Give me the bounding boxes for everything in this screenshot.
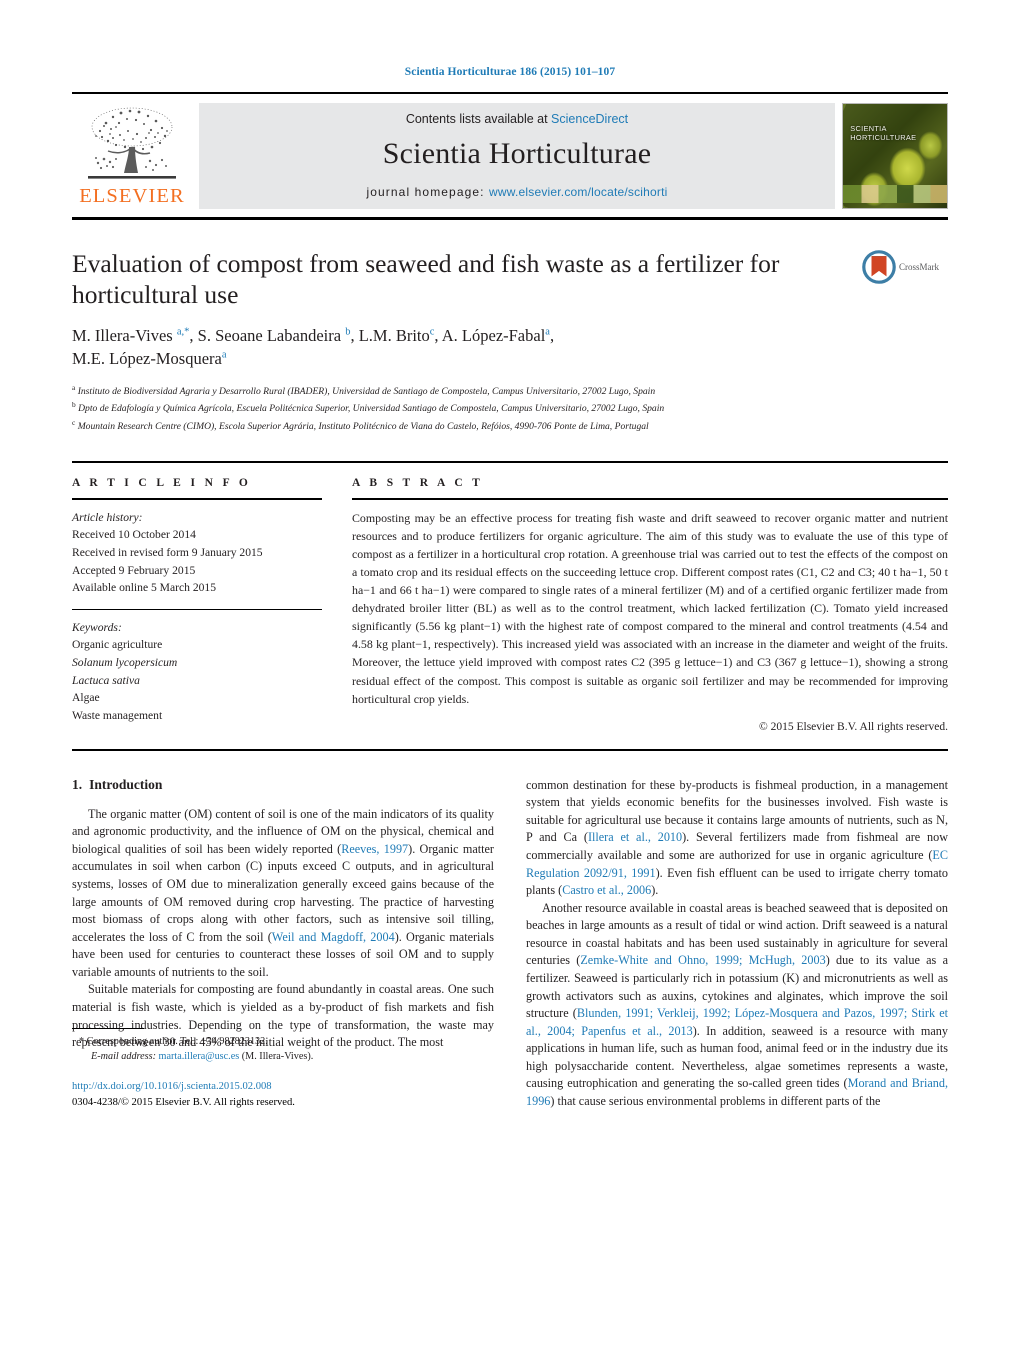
body-left-column: 1. Introduction The organic matter (OM) c… — [72, 777, 494, 1111]
page-title: Evaluation of compost from seaweed and f… — [72, 248, 780, 309]
crossmark-label: CrossMark — [899, 261, 939, 272]
crossmark-badge[interactable]: CrossMark — [862, 249, 948, 284]
citation-link[interactable]: Weil and Magdoff, 2004 — [272, 930, 395, 944]
citation-link[interactable]: Illera et al., 2010 — [588, 830, 682, 844]
footnote-star: * — [79, 1036, 85, 1048]
citation-link[interactable]: Castro et al., 2006 — [562, 883, 651, 897]
footnote-area: * Corresponding author. Tel.: +34 982823… — [72, 1028, 948, 1110]
affiliation-text-c: Mountain Research Centre (CIMO), Escola … — [77, 421, 649, 433]
corresponding-author-text: Corresponding author. Tel.: +34 98282313… — [86, 1036, 268, 1048]
paragraph: common destination for these by-products… — [526, 777, 948, 900]
article-history-label: Article history: — [72, 510, 143, 524]
contents-line: Contents lists available at ScienceDirec… — [406, 112, 628, 126]
crossmark-icon — [862, 249, 896, 284]
citation-link[interactable]: Zemke-White and Ohno, 1999; McHugh, 2003 — [580, 953, 825, 967]
abstract-text: Composting may be an effective process f… — [352, 510, 948, 706]
sciencedirect-link[interactable]: ScienceDirect — [551, 112, 628, 126]
citation-link[interactable]: Reeves, 1997 — [341, 842, 408, 856]
journal-title: Scientia Horticulturae — [382, 137, 652, 171]
keyword-item: Waste management — [72, 708, 163, 722]
affiliation-item: c Mountain Research Centre (CIMO), Escol… — [72, 417, 948, 435]
homepage-prefix: journal homepage: — [366, 184, 490, 199]
doi-block: http://dx.doi.org/10.1016/j.scienta.2015… — [72, 1079, 948, 1111]
running-head: Scientia Horticulturae 186 (2015) 101–10… — [404, 66, 616, 78]
author-5-mark[interactable]: a — [222, 350, 227, 361]
history-item: Available online 5 March 2015 — [72, 581, 217, 595]
keywords-rule — [72, 608, 322, 610]
paragraph-text: ). — [651, 883, 659, 898]
section-title: Introduction — [89, 776, 163, 792]
article-info-rule — [72, 497, 322, 500]
affiliation-mark-a: a — [72, 382, 76, 392]
history-item: Received 10 October 2014 — [72, 528, 196, 542]
body-columns: 1. Introduction The organic matter (OM) c… — [72, 777, 948, 1111]
cover-title-text: SCIENTIA HORTICULTURAE — [850, 123, 917, 143]
email-note: E-mail address: marta.illera@usc.es (M. … — [72, 1049, 948, 1064]
author-2: , S. Seoane Labandeira — [189, 325, 346, 345]
affiliation-text-a: Instituto de Biodiversidad Agraria y Des… — [77, 385, 656, 397]
affiliation-item: b Dpto de Edafología y Química Agrícola,… — [72, 399, 948, 417]
email-label: E-mail address: — [91, 1051, 156, 1063]
history-item: Accepted 9 February 2015 — [72, 563, 196, 577]
paper-page: Scientia Horticulturae 186 (2015) 101–10… — [0, 0, 1020, 1351]
email-link[interactable]: marta.illera@usc.es — [159, 1051, 240, 1062]
cover-color-strip — [843, 184, 947, 203]
article-history: Article history: Received 10 October 201… — [72, 509, 322, 597]
author-list: M. Illera-Vives a,*, S. Seoane Labandeir… — [72, 324, 872, 371]
elsevier-tree-icon — [88, 107, 176, 179]
affiliation-list: a Instituto de Biodiversidad Agraria y D… — [72, 382, 948, 435]
paragraph: The organic matter (OM) content of soil … — [72, 806, 494, 982]
homepage-line: journal homepage: www.elsevier.com/locat… — [366, 185, 667, 199]
affiliation-mark-b: b — [72, 400, 76, 410]
elsevier-logo: ELSEVIER — [72, 103, 192, 209]
journal-band: Contents lists available at ScienceDirec… — [199, 103, 835, 209]
author-3: , L.M. Brito — [350, 325, 430, 345]
author-separator: , — [549, 325, 555, 345]
author-5: M.E. López-Mosquera — [72, 349, 222, 369]
keyword-item: Organic agriculture — [72, 638, 163, 652]
keyword-item: Algae — [72, 691, 100, 705]
journal-masthead: ELSEVIER Contents lists available at Sci… — [72, 92, 948, 220]
affiliation-text-b: Dpto de Edafología y Química Agrícola, E… — [78, 403, 665, 415]
section-heading-introduction: 1. Introduction — [72, 777, 494, 793]
abstract-rule — [352, 497, 948, 500]
paragraph-text: ). Organic matter accumulates in soil wh… — [72, 841, 494, 944]
author-4: , A. López-Fabal — [434, 325, 546, 345]
info-abstract-block: A R T I C L E I N F O Article history: R… — [72, 460, 948, 733]
journal-cover-thumbnail: SCIENTIA HORTICULTURAE — [842, 103, 948, 209]
title-area: Evaluation of compost from seaweed and f… — [72, 248, 948, 371]
abstract-heading: A B S T R A C T — [352, 476, 484, 489]
article-info-heading: A R T I C L E I N F O — [72, 476, 252, 489]
homepage-url-link[interactable]: www.elsevier.com/locate/scihorti — [489, 185, 667, 199]
article-info-column: A R T I C L E I N F O Article history: R… — [72, 477, 322, 733]
keywords-label: Keywords: — [72, 620, 122, 634]
contents-prefix: Contents lists available at — [405, 112, 552, 126]
copyright-line: © 2015 Elsevier B.V. All rights reserved… — [759, 720, 948, 733]
keyword-item: Solanum lycopersicum — [72, 655, 178, 669]
abstract-column: A B S T R A C T Composting may be an eff… — [352, 477, 948, 733]
affiliation-mark-c: c — [72, 418, 76, 427]
author-1-marks[interactable]: a,* — [177, 326, 190, 337]
issn-copyright-line: 0304-4238/© 2015 Elsevier B.V. All right… — [72, 1096, 295, 1108]
keywords-block: Keywords: Organic agriculture Solanum ly… — [72, 619, 322, 725]
section-number: 1. — [72, 776, 83, 792]
elsevier-wordmark: ELSEVIER — [79, 185, 185, 207]
history-item: Received in revised form 9 January 2015 — [72, 545, 263, 559]
abstract-bottom-rule — [72, 748, 948, 751]
author-1: M. Illera-Vives — [72, 325, 177, 345]
footnote-rule — [72, 1028, 144, 1030]
keyword-item: Lactuca sativa — [72, 673, 140, 687]
affiliation-item: a Instituto de Biodiversidad Agraria y D… — [72, 382, 948, 400]
corresponding-author-note: * Corresponding author. Tel.: +34 982823… — [72, 1034, 948, 1049]
email-suffix: (M. Illera-Vives). — [241, 1051, 314, 1063]
doi-link[interactable]: http://dx.doi.org/10.1016/j.scienta.2015… — [72, 1079, 948, 1095]
